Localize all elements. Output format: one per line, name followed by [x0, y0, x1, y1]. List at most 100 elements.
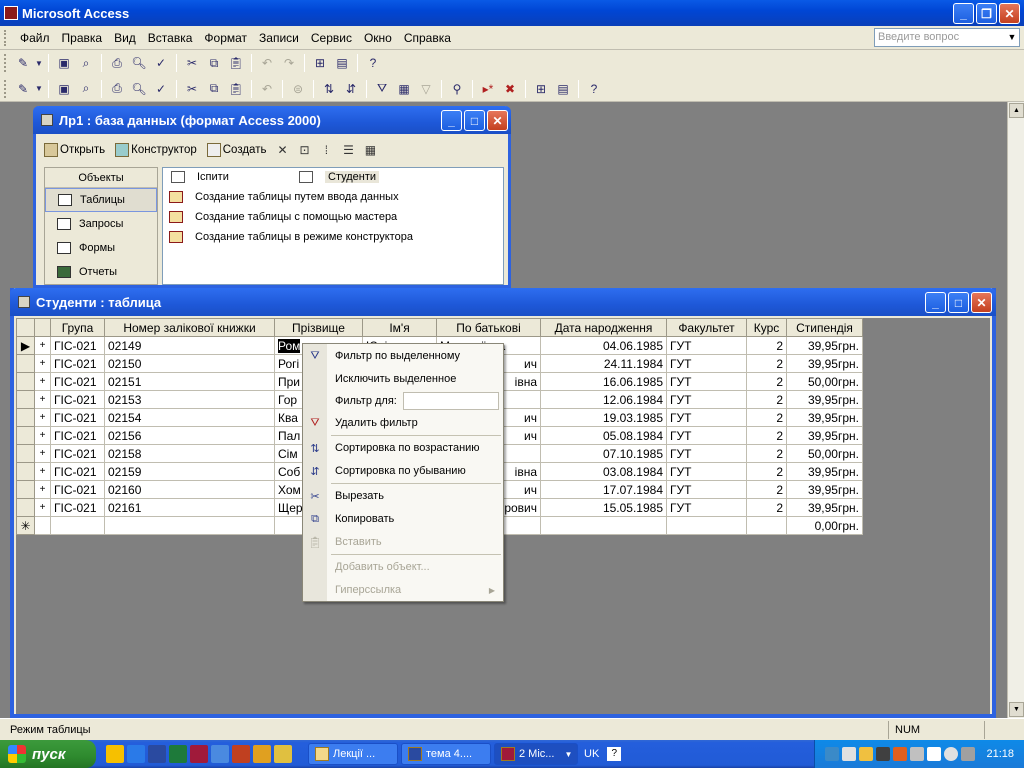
delete-record-icon[interactable]: ✖ — [499, 78, 521, 100]
cut-icon[interactable]: ✂ — [181, 78, 203, 100]
quick-launch-icon[interactable] — [106, 745, 124, 763]
menu-item-copy[interactable]: ⧉ Копировать — [303, 508, 503, 530]
excel-icon[interactable] — [169, 745, 187, 763]
cell-stipend[interactable]: 50,00грн. — [786, 372, 863, 391]
cell-course[interactable]: 2 — [746, 426, 787, 445]
cell-course[interactable]: 2 — [746, 462, 787, 481]
menu-item-sort-ascending[interactable]: ⇅ Сортировка по возрастанию — [303, 437, 503, 459]
menu-tools[interactable]: Сервис — [305, 28, 358, 48]
cell-faculty[interactable]: ГУТ — [666, 336, 747, 355]
expand-icon[interactable]: + — [34, 462, 51, 481]
cut-icon[interactable]: ✂ — [181, 52, 203, 74]
expand-icon[interactable]: + — [34, 498, 51, 517]
chevron-down-icon[interactable]: ▼ — [34, 52, 44, 74]
cell-stipend[interactable]: 39,95грн. — [786, 354, 863, 373]
delete-icon[interactable]: ✕ — [272, 140, 292, 160]
word-icon[interactable] — [148, 745, 166, 763]
menu-item-exclude-selection[interactable]: Исключить выделенное — [303, 368, 503, 390]
list-view-icon[interactable]: ☰ — [338, 140, 358, 160]
column-header-course[interactable]: Курс — [746, 318, 787, 337]
expand-icon[interactable]: + — [34, 336, 51, 355]
record-selector[interactable] — [16, 390, 35, 409]
task-button[interactable]: Лекції ... — [308, 743, 398, 765]
cell-record-book[interactable]: 02153 — [104, 390, 275, 409]
cell-birth-date[interactable]: 07.10.1985 — [540, 444, 667, 463]
cell-birth-date[interactable]: 19.03.1985 — [540, 408, 667, 427]
list-item[interactable]: Создание таблицы с помощью мастера — [169, 208, 397, 226]
cell-birth-date[interactable]: 16.06.1985 — [540, 372, 667, 391]
menu-item-insert-object[interactable]: Добавить объект... — [303, 556, 503, 578]
tray-icon[interactable] — [859, 747, 874, 761]
toolbar-grip[interactable] — [4, 79, 8, 98]
tray-icon[interactable] — [927, 747, 942, 761]
cell-birth-date[interactable] — [540, 516, 667, 535]
cell-group[interactable]: ГІС-021 — [50, 408, 105, 427]
cell-course[interactable]: 2 — [746, 372, 787, 391]
expand-icon[interactable]: + — [34, 390, 51, 409]
cell-birth-date[interactable]: 17.07.1984 — [540, 480, 667, 499]
cell-course[interactable]: 2 — [746, 498, 787, 517]
record-selector[interactable] — [16, 444, 35, 463]
clock-icon[interactable] — [944, 747, 959, 761]
print-preview-icon[interactable]: 🔍︎ — [128, 78, 150, 100]
cell-record-book[interactable]: 02151 — [104, 372, 275, 391]
cell-stipend[interactable]: 39,95грн. — [786, 462, 863, 481]
cell-faculty[interactable]: ГУТ — [666, 462, 747, 481]
open-button[interactable]: Открыть — [40, 143, 109, 157]
database-window-title-bar[interactable]: Лр1 : база данных (формат Access 2000) _… — [33, 106, 511, 134]
design-button[interactable]: Конструктор — [111, 143, 201, 157]
help-icon[interactable]: ? — [583, 78, 605, 100]
search-icon[interactable]: ⌕ — [75, 78, 97, 100]
cell-course[interactable]: 2 — [746, 408, 787, 427]
task-button-active[interactable]: 2 Mic... ▼ — [494, 743, 578, 765]
cell-course[interactable] — [746, 516, 787, 535]
cell-stipend[interactable]: 39,95грн. — [786, 408, 863, 427]
language-indicator[interactable]: UK — [584, 748, 599, 760]
column-header-group[interactable]: Група — [50, 318, 105, 337]
apply-filter-icon[interactable]: ▽ — [415, 78, 437, 100]
menu-edit[interactable]: Правка — [56, 28, 109, 48]
table-window-title-bar[interactable]: Студенти : таблица _ □ ✕ — [10, 288, 996, 316]
column-header-surname[interactable]: Прізвище — [274, 318, 363, 337]
undo-icon[interactable]: ↶ — [256, 52, 278, 74]
expand-icon[interactable]: + — [34, 408, 51, 427]
tray-icon[interactable] — [893, 747, 908, 761]
expand-icon[interactable]: + — [34, 354, 51, 373]
expand-icon[interactable]: + — [34, 444, 51, 463]
new-object-icon[interactable]: ▤ — [552, 78, 574, 100]
list-item[interactable]: Создание таблицы в режиме конструктора — [169, 228, 413, 246]
chevron-down-icon[interactable]: ▼ — [34, 78, 44, 100]
copy-icon[interactable]: ⧉ — [203, 78, 225, 100]
cell-group[interactable]: ГІС-021 — [50, 462, 105, 481]
column-header-birth-date[interactable]: Дата народження — [540, 318, 667, 337]
record-selector[interactable] — [16, 372, 35, 391]
menu-records[interactable]: Записи — [253, 28, 305, 48]
cell-stipend[interactable]: 0,00грн. — [786, 516, 863, 535]
cell-stipend[interactable]: 39,95грн. — [786, 390, 863, 409]
small-icons-view-icon[interactable]: ⁞ — [316, 140, 336, 160]
close-button[interactable]: ✕ — [487, 110, 508, 131]
paste-icon[interactable]: 📋︎ — [225, 78, 247, 100]
menu-format[interactable]: Формат — [198, 28, 253, 48]
cell-group[interactable]: ГІС-021 — [50, 390, 105, 409]
filter-by-form-icon[interactable]: ▦ — [393, 78, 415, 100]
cell-group[interactable]: ГІС-021 — [50, 336, 105, 355]
menu-view[interactable]: Вид — [108, 28, 142, 48]
select-all-corner[interactable] — [16, 318, 35, 337]
tray-icon[interactable] — [876, 747, 891, 761]
paste-icon[interactable]: 📋︎ — [225, 52, 247, 74]
restore-button[interactable]: ❐ — [976, 3, 997, 24]
help-icon[interactable]: ? — [607, 747, 622, 761]
menu-item-cut[interactable]: ✂ Вырезать — [303, 485, 503, 507]
record-selector[interactable] — [16, 462, 35, 481]
app-icon[interactable] — [274, 745, 292, 763]
record-selector[interactable] — [16, 426, 35, 445]
database-window-icon[interactable]: ⊞ — [530, 78, 552, 100]
objects-header[interactable]: Объекты — [45, 168, 157, 188]
tray-icon[interactable] — [842, 747, 857, 761]
spelling-icon[interactable]: ✓ — [150, 78, 172, 100]
spelling-icon[interactable]: ✓ — [150, 52, 172, 74]
ask-question-input[interactable]: Введите вопрос ▼ — [874, 28, 1020, 47]
objects-item-queries[interactable]: Запросы — [45, 212, 157, 236]
cell-faculty[interactable]: ГУТ — [666, 408, 747, 427]
